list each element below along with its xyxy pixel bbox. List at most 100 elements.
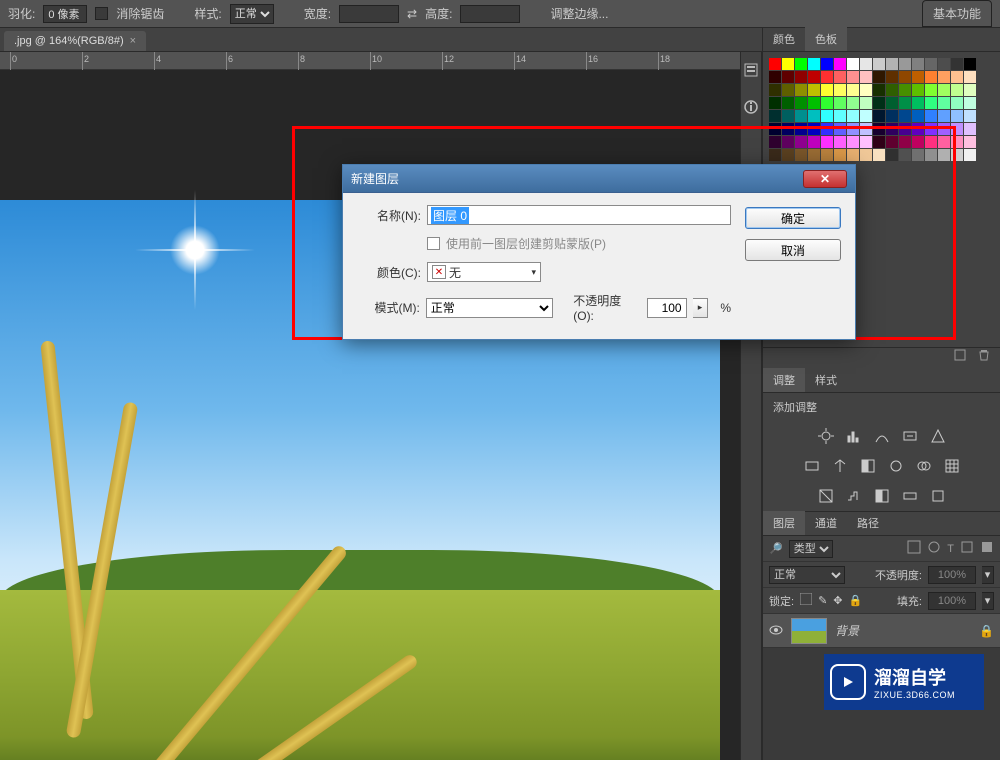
swatch[interactable] [782,123,794,135]
dialog-close-button[interactable]: ✕ [803,170,847,188]
swatch[interactable] [925,149,937,161]
swatch[interactable] [938,149,950,161]
filter-shape-icon[interactable] [960,540,974,557]
swatch[interactable] [847,123,859,135]
swatch[interactable] [873,71,885,83]
swatch[interactable] [860,97,872,109]
swatch[interactable] [821,84,833,96]
layer-row-background[interactable]: 背景 🔒 [763,614,1000,648]
invert-icon[interactable] [817,487,835,505]
tab-color[interactable]: 颜色 [763,27,805,51]
swatch[interactable] [821,123,833,135]
swatch[interactable] [912,123,924,135]
swatch[interactable] [847,97,859,109]
hue-icon[interactable] [803,457,821,475]
swatch[interactable] [899,136,911,148]
swatch[interactable] [912,84,924,96]
filter-smart-icon[interactable] [980,540,994,557]
swatch[interactable] [847,58,859,70]
lock-all-icon[interactable]: 🔒 [849,594,863,607]
visibility-icon[interactable] [769,624,783,638]
swatch[interactable] [834,84,846,96]
swatch[interactable] [808,71,820,83]
swatch[interactable] [964,123,976,135]
swatch[interactable] [808,58,820,70]
history-panel-icon[interactable] [743,62,759,81]
color-select[interactable]: ✕ 无 ▾ [427,262,541,282]
posterize-icon[interactable] [845,487,863,505]
swatch[interactable] [964,149,976,161]
swatch[interactable] [834,136,846,148]
lut-icon[interactable] [943,457,961,475]
swatch[interactable] [964,136,976,148]
opacity-value[interactable]: 100% [928,566,976,584]
swatch[interactable] [860,149,872,161]
filter-kind-select[interactable]: 类型 [789,540,833,558]
swatch[interactable] [886,84,898,96]
swatch[interactable] [847,136,859,148]
swatch[interactable] [769,149,781,161]
swatch[interactable] [769,84,781,96]
swatch[interactable] [938,58,950,70]
gradient-map-icon[interactable] [901,487,919,505]
exposure-icon[interactable] [901,427,919,445]
opacity-dropdown-icon[interactable]: ▾ [982,566,994,584]
swatch[interactable] [925,84,937,96]
tab-layers[interactable]: 图层 [763,511,805,535]
swatch[interactable] [847,71,859,83]
swatch[interactable] [808,110,820,122]
swatch[interactable] [834,97,846,109]
swatch[interactable] [925,123,937,135]
swatch[interactable] [847,149,859,161]
name-input[interactable]: 图层 0 [427,205,731,225]
swatch[interactable] [821,136,833,148]
dialog-title-bar[interactable]: 新建图层 ✕ [343,165,855,193]
swatch[interactable] [899,97,911,109]
swatch[interactable] [886,58,898,70]
bw-icon[interactable] [859,457,877,475]
swatch[interactable] [873,136,885,148]
swatch[interactable] [821,149,833,161]
balance-icon[interactable] [831,457,849,475]
mode-select[interactable]: 正常 [426,298,554,318]
swatch[interactable] [782,97,794,109]
tab-adjustments[interactable]: 调整 [763,368,805,392]
swatch[interactable] [964,110,976,122]
swatch[interactable] [795,110,807,122]
new-swatch-icon[interactable] [954,349,966,364]
swatch[interactable] [808,84,820,96]
swatch[interactable] [834,123,846,135]
height-input[interactable] [460,5,520,23]
tab-channels[interactable]: 通道 [805,511,847,535]
swatch[interactable] [951,110,963,122]
swatch[interactable] [847,110,859,122]
opacity-dlg-input[interactable] [647,298,687,318]
swatch[interactable] [782,136,794,148]
swatch[interactable] [912,71,924,83]
swatch[interactable] [873,110,885,122]
swatch[interactable] [951,123,963,135]
filter-adjust-icon[interactable] [927,540,941,557]
swatch[interactable] [899,123,911,135]
swatch[interactable] [886,97,898,109]
curves-icon[interactable] [873,427,891,445]
fill-value[interactable]: 100% [928,592,976,610]
swatch[interactable] [912,97,924,109]
swatch[interactable] [834,71,846,83]
swatch[interactable] [912,110,924,122]
swatch[interactable] [951,71,963,83]
swatch[interactable] [808,136,820,148]
swatch[interactable] [821,58,833,70]
vibrance-icon[interactable] [929,427,947,445]
document-tab[interactable]: .jpg @ 164%(RGB/8#) × [4,31,146,51]
swatch[interactable] [938,136,950,148]
swatch[interactable] [925,97,937,109]
swatch[interactable] [899,84,911,96]
swatch[interactable] [782,149,794,161]
filter-icon[interactable]: 🔎 [769,542,783,555]
swatch[interactable] [834,110,846,122]
swatch[interactable] [834,149,846,161]
swatch[interactable] [886,71,898,83]
swatch[interactable] [782,110,794,122]
filter-type-icon[interactable]: T [947,543,954,555]
